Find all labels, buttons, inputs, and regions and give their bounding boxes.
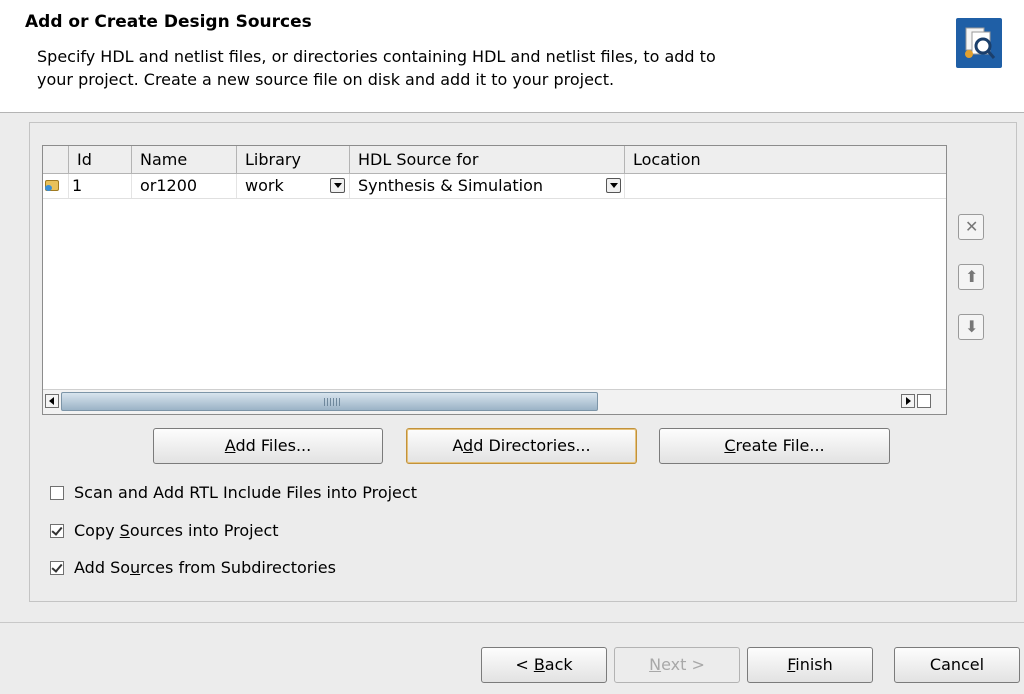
column-header-id[interactable]: Id xyxy=(69,146,132,173)
library-value: work xyxy=(245,176,284,195)
hdl-source-dropdown-icon[interactable] xyxy=(606,178,621,193)
scan-include-label: Scan and Add RTL Include Files into Proj… xyxy=(74,483,417,502)
table-row[interactable]: 1 or1200 work Synthesis & Simulation xyxy=(43,174,946,199)
row-icon-cell xyxy=(43,174,69,198)
back-button[interactable]: < Back xyxy=(481,647,607,683)
move-down-button[interactable]: ⬇ xyxy=(958,314,984,340)
library-dropdown-icon[interactable] xyxy=(330,178,345,193)
folder-icon xyxy=(45,180,59,191)
description-line-2: your project. Create a new source file o… xyxy=(37,70,615,89)
column-header-name[interactable]: Name xyxy=(132,146,237,173)
column-header-location[interactable]: Location xyxy=(625,146,946,173)
subdirectories-label: Add Sources from Subdirectories xyxy=(74,558,336,577)
table-header: Id Name Library HDL Source for Location xyxy=(43,146,946,174)
cell-name: or1200 xyxy=(132,174,237,198)
page-description: Specify HDL and netlist files, or direct… xyxy=(37,45,937,91)
grip-icon xyxy=(324,398,340,406)
cell-id: 1 xyxy=(69,174,132,198)
scrollbar-thumb[interactable] xyxy=(61,392,598,411)
footer-divider xyxy=(0,622,1024,623)
add-directories-button[interactable]: Add Directories... xyxy=(406,428,637,464)
cell-hdl-source-for[interactable]: Synthesis & Simulation xyxy=(350,174,625,198)
copy-sources-label: Copy Sources into Project xyxy=(74,521,279,540)
move-up-button[interactable]: ⬆ xyxy=(958,264,984,290)
wizard-icon xyxy=(956,18,1002,68)
cell-location xyxy=(625,174,946,198)
subdirectories-checkbox[interactable] xyxy=(50,561,64,575)
wizard-header: Add or Create Design Sources Specify HDL… xyxy=(0,0,1024,113)
cell-library[interactable]: work xyxy=(237,174,350,198)
finish-button[interactable]: Finish xyxy=(747,647,873,683)
column-header-library[interactable]: Library xyxy=(237,146,350,173)
column-header-hdl-source-for[interactable]: HDL Source for xyxy=(350,146,625,173)
column-header-icon xyxy=(43,146,69,173)
horizontal-scrollbar[interactable] xyxy=(43,389,946,414)
add-files-button[interactable]: Add Files... xyxy=(153,428,383,464)
copy-sources-checkbox[interactable] xyxy=(50,524,64,538)
description-line-1: Specify HDL and netlist files, or direct… xyxy=(37,47,716,66)
next-button[interactable]: Next > xyxy=(614,647,740,683)
scroll-right-icon[interactable] xyxy=(901,394,915,408)
scroll-corner xyxy=(917,394,931,408)
page-title: Add or Create Design Sources xyxy=(25,12,312,32)
cancel-button[interactable]: Cancel xyxy=(894,647,1020,683)
scroll-left-icon[interactable] xyxy=(45,394,59,408)
sources-table[interactable]: Id Name Library HDL Source for Location … xyxy=(42,145,947,415)
hdl-source-value: Synthesis & Simulation xyxy=(358,176,544,195)
create-file-button[interactable]: Create File... xyxy=(659,428,890,464)
scan-include-checkbox[interactable] xyxy=(50,486,64,500)
remove-button[interactable]: ✕ xyxy=(958,214,984,240)
